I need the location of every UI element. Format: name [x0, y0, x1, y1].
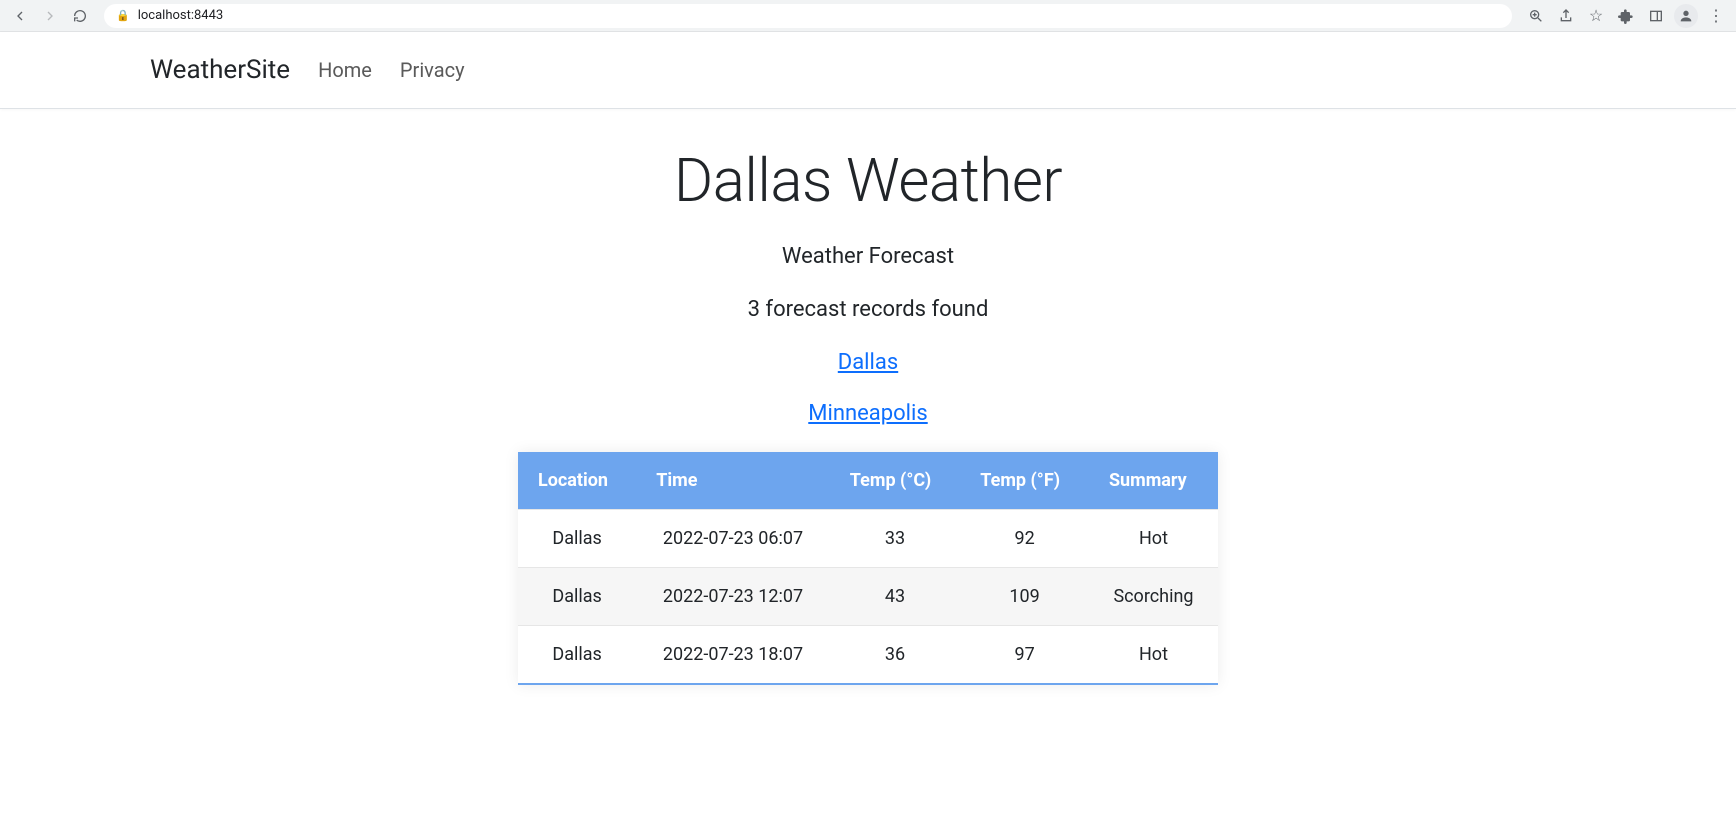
- lock-icon: 🔒: [116, 9, 130, 22]
- nav-privacy[interactable]: Privacy: [400, 58, 465, 82]
- record-count: 3 forecast records found: [0, 297, 1736, 322]
- cell-temp-c: 33: [830, 510, 960, 568]
- link-minneapolis[interactable]: Minneapolis: [808, 401, 927, 426]
- table-row: Dallas 2022-07-23 06:07 33 92 Hot: [518, 510, 1218, 568]
- site-navbar: WeatherSite Home Privacy: [0, 32, 1736, 109]
- url-text: localhost:8443: [138, 8, 224, 23]
- cell-location: Dallas: [518, 568, 636, 626]
- main-content: Dallas Weather Weather Forecast 3 foreca…: [0, 109, 1736, 745]
- forecast-table-wrap: Location Time Temp (°C) Temp (°F) Summar…: [518, 452, 1218, 685]
- col-location: Location: [518, 452, 636, 510]
- zoom-button[interactable]: [1524, 4, 1548, 28]
- cell-summary: Scorching: [1089, 568, 1218, 626]
- cell-temp-f: 97: [960, 626, 1089, 685]
- navbar-brand[interactable]: WeatherSite: [150, 55, 290, 85]
- share-button[interactable]: [1554, 4, 1578, 28]
- reload-button[interactable]: [68, 4, 92, 28]
- page-subtitle: Weather Forecast: [0, 244, 1736, 269]
- reload-icon: [72, 8, 88, 24]
- cell-summary: Hot: [1089, 626, 1218, 685]
- col-temp-c: Temp (°C): [830, 452, 960, 510]
- cell-temp-c: 36: [830, 626, 960, 685]
- address-bar[interactable]: 🔒 localhost:8443: [104, 4, 1512, 28]
- arrow-right-icon: [42, 8, 58, 24]
- kebab-icon: ⋮: [1708, 6, 1724, 25]
- col-temp-f: Temp (°F): [960, 452, 1089, 510]
- back-button[interactable]: [8, 4, 32, 28]
- table-row: Dallas 2022-07-23 18:07 36 97 Hot: [518, 626, 1218, 685]
- arrow-left-icon: [12, 8, 28, 24]
- col-summary: Summary: [1089, 452, 1218, 510]
- cell-temp-f: 92: [960, 510, 1089, 568]
- cell-temp-f: 109: [960, 568, 1089, 626]
- nav-home[interactable]: Home: [318, 58, 372, 82]
- cell-time: 2022-07-23 12:07: [636, 568, 830, 626]
- profile-icon: [1678, 8, 1694, 24]
- cell-time: 2022-07-23 18:07: [636, 626, 830, 685]
- zoom-icon: [1528, 8, 1544, 24]
- link-dallas[interactable]: Dallas: [838, 350, 898, 375]
- share-icon: [1558, 8, 1574, 24]
- col-time: Time: [636, 452, 830, 510]
- extensions-button[interactable]: [1614, 4, 1638, 28]
- bookmark-button[interactable]: ☆: [1584, 4, 1608, 28]
- panel-button[interactable]: [1644, 4, 1668, 28]
- puzzle-icon: [1618, 8, 1634, 24]
- panel-icon: [1648, 8, 1664, 24]
- table-header-row: Location Time Temp (°C) Temp (°F) Summar…: [518, 452, 1218, 510]
- table-row: Dallas 2022-07-23 12:07 43 109 Scorching: [518, 568, 1218, 626]
- star-icon: ☆: [1589, 6, 1603, 25]
- menu-button[interactable]: ⋮: [1704, 4, 1728, 28]
- browser-chrome: 🔒 localhost:8443 ☆ ⋮: [0, 0, 1736, 32]
- cell-temp-c: 43: [830, 568, 960, 626]
- profile-button[interactable]: [1674, 4, 1698, 28]
- cell-summary: Hot: [1089, 510, 1218, 568]
- cell-time: 2022-07-23 06:07: [636, 510, 830, 568]
- forecast-table: Location Time Temp (°C) Temp (°F) Summar…: [518, 452, 1218, 685]
- forward-button[interactable]: [38, 4, 62, 28]
- cell-location: Dallas: [518, 510, 636, 568]
- page-title: Dallas Weather: [0, 145, 1736, 216]
- cell-location: Dallas: [518, 626, 636, 685]
